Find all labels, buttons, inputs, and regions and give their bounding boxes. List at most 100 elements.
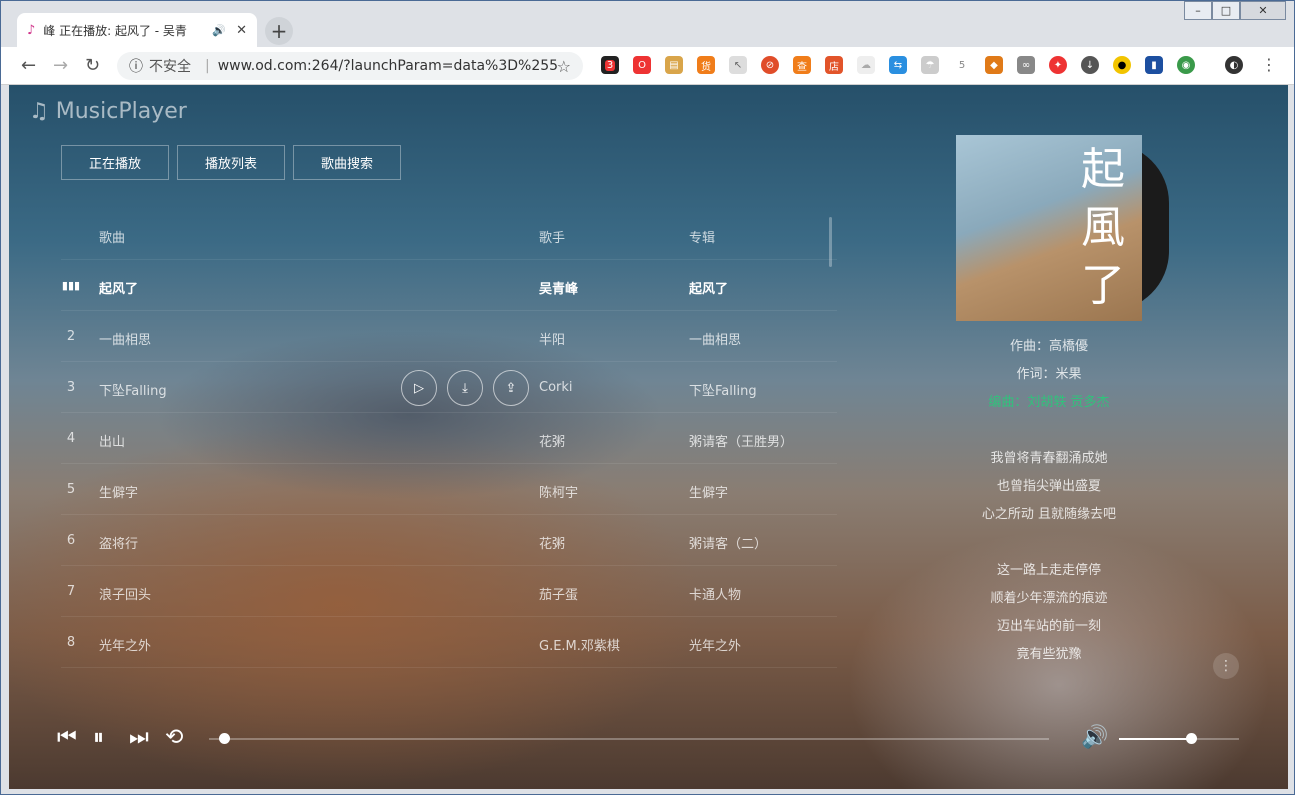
tab-title: 峰 正在播放: 起风了 - 吴青 bbox=[43, 23, 187, 38]
song-artist[interactable]: 陈柯宇 bbox=[539, 482, 578, 501]
table-row[interactable]: 3 下坠Falling ▷ ⤓ ⇪ Corki 下坠Falling bbox=[61, 362, 837, 413]
five-extension-icon[interactable]: 5 bbox=[953, 56, 971, 74]
song-number: 2 bbox=[66, 329, 76, 344]
maximize-button[interactable]: □ bbox=[1212, 1, 1240, 20]
song-album[interactable]: 下坠Falling bbox=[689, 380, 757, 399]
translate-extension-icon[interactable]: ⇆ bbox=[889, 56, 907, 74]
reload-icon[interactable]: ↻ bbox=[85, 55, 100, 76]
download-icon[interactable]: ⤓ bbox=[447, 370, 483, 406]
flag-extension-icon[interactable]: ▮ bbox=[1145, 56, 1163, 74]
song-list: 歌曲 歌手 专辑 ▮▮▮ 起风了 吴青峰 起风了 2 一曲相思 半阳 一曲相思 … bbox=[61, 209, 837, 668]
fox-extension-icon[interactable]: ◆ bbox=[985, 56, 1003, 74]
playlist-button[interactable]: 播放列表 bbox=[177, 145, 285, 180]
song-album[interactable]: 起风了 bbox=[689, 278, 728, 297]
compass-extension-icon[interactable]: ✦ bbox=[1049, 56, 1067, 74]
header-song: 歌曲 bbox=[99, 231, 126, 246]
progress-knob[interactable] bbox=[219, 733, 231, 744]
share-icon[interactable]: ⇪ bbox=[493, 370, 529, 406]
table-row[interactable]: 8 光年之外 G.E.M.邓紫棋 光年之外 bbox=[61, 617, 837, 668]
info-icon[interactable]: ⓘ bbox=[129, 56, 143, 76]
pause-icon[interactable]: ⏸ bbox=[93, 725, 104, 750]
song-artist[interactable]: 花粥 bbox=[539, 431, 565, 450]
nav-buttons: 正在播放 播放列表 歌曲搜索 bbox=[61, 145, 401, 180]
minimize-button[interactable]: – bbox=[1184, 1, 1212, 20]
volume-knob[interactable] bbox=[1186, 733, 1197, 744]
previous-icon[interactable]: ⏮ bbox=[57, 725, 77, 750]
lyric-line: 心之所动 且就随缘去吧 bbox=[981, 507, 1117, 522]
lyric-line: 作曲：高橋優 bbox=[1009, 339, 1088, 354]
cloud-extension-icon[interactable]: ☁ bbox=[857, 56, 875, 74]
lyric-line: 顺着少年漂流的痕迹 bbox=[990, 591, 1108, 606]
song-album[interactable]: 粥请客（二） bbox=[689, 533, 767, 552]
shop-extension-icon[interactable]: 货 bbox=[697, 56, 715, 74]
profile-avatar[interactable]: ◐ bbox=[1225, 56, 1243, 74]
umbrella-extension-icon[interactable]: ☂ bbox=[921, 56, 939, 74]
song-title: 浪子回头 bbox=[99, 588, 152, 603]
browser-tab[interactable]: ♪ 峰 正在播放: 起风了 - 吴青 🔊 ✕ bbox=[17, 13, 257, 47]
song-album[interactable]: 生僻字 bbox=[689, 482, 728, 501]
next-icon[interactable]: ⏭ bbox=[129, 725, 149, 750]
song-number: 5 bbox=[66, 482, 76, 497]
volume-slider[interactable] bbox=[1119, 733, 1239, 744]
song-album[interactable]: 一曲相思 bbox=[689, 329, 741, 348]
row-actions: ▷ ⤓ ⇪ bbox=[401, 370, 529, 406]
song-artist[interactable]: Corki bbox=[539, 380, 573, 395]
menu-kebab-icon[interactable]: ⋮ bbox=[1261, 55, 1277, 74]
table-row[interactable]: 6 盗将行 花粥 粥请客（二） bbox=[61, 515, 837, 566]
song-album[interactable]: 粥请客（王胜男） bbox=[689, 431, 793, 450]
cursor-extension-icon[interactable]: ↖ bbox=[729, 56, 747, 74]
more-options-icon[interactable]: ⋮ bbox=[1213, 653, 1239, 679]
now-playing-button[interactable]: 正在播放 bbox=[61, 145, 169, 180]
header-artist: 歌手 bbox=[539, 231, 566, 246]
play-icon[interactable]: ▷ bbox=[401, 370, 437, 406]
lyric-line bbox=[949, 417, 1149, 445]
list-scrollbar[interactable] bbox=[829, 217, 832, 267]
close-tab-icon[interactable]: ✕ bbox=[236, 23, 247, 38]
song-title: 下坠Falling bbox=[99, 384, 167, 399]
table-row[interactable]: 5 生僻字 陈柯宇 生僻字 bbox=[61, 464, 837, 515]
table-row[interactable]: 2 一曲相思 半阳 一曲相思 bbox=[61, 311, 837, 362]
song-album[interactable]: 卡通人物 bbox=[689, 584, 741, 603]
song-artist[interactable]: 花粥 bbox=[539, 533, 565, 552]
song-artist[interactable]: G.E.M.邓紫棋 bbox=[539, 635, 620, 654]
app-logo: ♫ MusicPlayer bbox=[29, 99, 187, 124]
forward-icon[interactable]: → bbox=[53, 55, 68, 76]
volume-icon[interactable]: 🔊 bbox=[1081, 725, 1108, 750]
close-window-button[interactable]: ✕ bbox=[1240, 1, 1286, 20]
song-number: 8 bbox=[66, 635, 76, 650]
song-title: 生僻字 bbox=[99, 486, 139, 501]
chat-extension-icon[interactable]: ● bbox=[1113, 56, 1131, 74]
song-artist[interactable]: 半阳 bbox=[539, 329, 565, 348]
song-artist[interactable]: 吴青峰 bbox=[539, 278, 578, 297]
song-album[interactable]: 光年之外 bbox=[689, 635, 741, 654]
new-tab-button[interactable]: + bbox=[265, 17, 293, 45]
url-text[interactable]: www.od.com:264/?launchParam=data%3D%255.… bbox=[218, 58, 557, 74]
opera-extension-icon[interactable]: O bbox=[633, 56, 651, 74]
table-row[interactable]: ▮▮▮ 起风了 吴青峰 起风了 bbox=[61, 260, 837, 311]
lyric-line: 作词：米果 bbox=[1016, 367, 1082, 382]
progress-bar[interactable] bbox=[209, 733, 1049, 744]
download-extension-icon[interactable]: ↓ bbox=[1081, 56, 1099, 74]
bookmark-star-icon[interactable]: ☆ bbox=[557, 57, 571, 76]
lyric-line bbox=[949, 529, 1149, 557]
lyric-line: 我曾将青春翻涌成她 bbox=[990, 451, 1108, 466]
table-row[interactable]: 4 出山 花粥 粥请客（王胜男） bbox=[61, 413, 837, 464]
price-extension-icon[interactable]: 查 bbox=[793, 56, 811, 74]
speaker-icon[interactable]: 🔊 bbox=[212, 24, 226, 37]
extension-icon[interactable]: 3 bbox=[601, 56, 619, 74]
omnibox[interactable]: ⓘ 不安全 | www.od.com:264/?launchParam=data… bbox=[117, 52, 583, 80]
globe-extension-icon[interactable]: ◉ bbox=[1177, 56, 1195, 74]
divider: | bbox=[205, 58, 210, 74]
link-extension-icon[interactable]: ∞ bbox=[1017, 56, 1035, 74]
song-search-button[interactable]: 歌曲搜索 bbox=[293, 145, 401, 180]
song-artist[interactable]: 茄子蛋 bbox=[539, 584, 578, 603]
block-extension-icon[interactable]: ⊘ bbox=[761, 56, 779, 74]
repeat-icon[interactable]: ⟲ bbox=[165, 725, 183, 750]
extension-badge: 3 bbox=[604, 59, 616, 71]
song-title: 出山 bbox=[99, 435, 126, 450]
note-extension-icon[interactable]: ▤ bbox=[665, 56, 683, 74]
back-icon[interactable]: ← bbox=[21, 55, 36, 76]
store-extension-icon[interactable]: 店 bbox=[825, 56, 843, 74]
table-row[interactable]: 7 浪子回头 茄子蛋 卡通人物 bbox=[61, 566, 837, 617]
cover-title: 起風了 bbox=[1081, 144, 1125, 311]
